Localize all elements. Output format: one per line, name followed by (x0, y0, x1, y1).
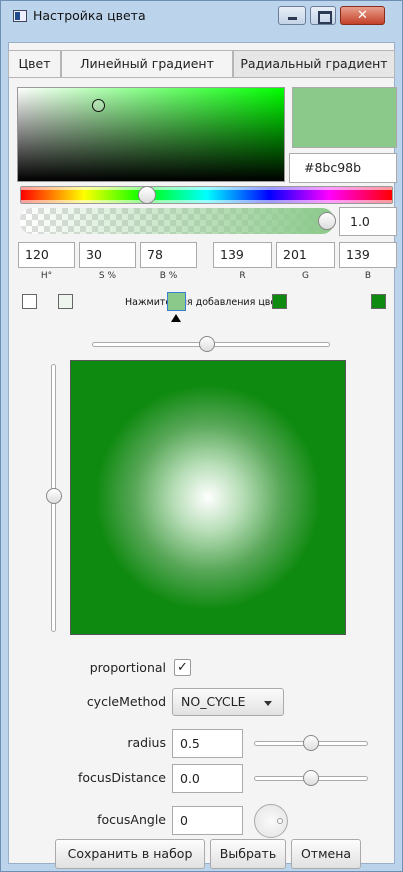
red-input[interactable]: 139 (213, 242, 272, 268)
alpha-slider-thumb[interactable] (318, 212, 336, 230)
add-color-hint: Нажмите для добавления цвета (125, 297, 288, 308)
proportional-label: proportional (89, 660, 166, 675)
gradient-stop-swatch[interactable] (272, 294, 287, 309)
focus-angle-dial-handle[interactable] (277, 818, 283, 824)
color-picker-marker[interactable] (92, 99, 105, 112)
radius-label: radius (127, 735, 166, 750)
blue-label: B (364, 271, 372, 281)
cycle-method-label: cycleMethod (86, 694, 166, 709)
red-label: R (239, 271, 246, 281)
saturation-brightness-area[interactable] (17, 87, 285, 182)
tab-radial-gradient[interactable]: Радиальный градиент (233, 50, 395, 78)
radius-input[interactable]: 0.5 (172, 729, 243, 758)
saturation-label: S % (98, 271, 117, 281)
app-icon (13, 10, 27, 22)
hue-slider[interactable] (20, 186, 393, 204)
gradient-stop-swatch[interactable] (22, 294, 37, 309)
hex-input[interactable]: #8bc98b (289, 153, 397, 183)
tab-linear-gradient[interactable]: Линейный градиент (61, 50, 233, 78)
saturation-input[interactable]: 30 (79, 242, 136, 268)
hue-label: H° (40, 271, 53, 281)
blue-input[interactable]: 139 (339, 242, 397, 268)
green-input[interactable]: 201 (276, 242, 335, 268)
hue-input[interactable]: 120 (18, 242, 75, 268)
close-button[interactable]: ✕ (340, 6, 385, 25)
current-stop-swatch[interactable] (167, 292, 186, 311)
window-title: Настройка цвета (33, 8, 146, 23)
alpha-slider[interactable] (20, 208, 334, 234)
proportional-checkbox[interactable]: ✓ (174, 659, 191, 676)
maximize-button[interactable] (310, 6, 336, 25)
green-label: G (302, 271, 309, 281)
color-preview (292, 87, 397, 148)
stop-pointer-icon (171, 314, 181, 322)
alpha-input[interactable]: 1.0 (339, 207, 397, 236)
focus-angle-input[interactable]: 0 (172, 806, 243, 835)
focus-distance-input[interactable]: 0.0 (172, 764, 243, 793)
gradient-stop-swatch[interactable] (58, 294, 73, 309)
radial-gradient-preview (70, 360, 346, 635)
brightness-label: B % (159, 271, 178, 281)
brightness-input[interactable]: 78 (140, 242, 197, 268)
radius-slider-thumb[interactable] (303, 735, 319, 751)
title-bar[interactable]: Настройка цвета ✕ (1, 1, 402, 31)
hue-slider-thumb[interactable] (138, 186, 156, 204)
tab-bar: Цвет Линейный градиент Радиальный градие… (8, 50, 395, 78)
center-x-slider-thumb[interactable] (199, 336, 215, 352)
chevron-down-icon (264, 701, 272, 706)
focus-distance-label: focusDistance (77, 770, 166, 785)
minimize-button[interactable] (278, 6, 306, 25)
select-button[interactable]: Выбрать (210, 839, 286, 869)
focus-angle-label: focusAngle (97, 812, 166, 827)
close-icon: ✕ (357, 8, 368, 23)
tab-color[interactable]: Цвет (8, 50, 61, 78)
focus-distance-slider-thumb[interactable] (303, 770, 319, 786)
gradient-stop-swatch[interactable] (371, 294, 386, 309)
cancel-button[interactable]: Отмена (291, 839, 361, 869)
center-y-slider-thumb[interactable] (46, 488, 62, 504)
save-to-palette-button[interactable]: Сохранить в набор (55, 839, 205, 869)
